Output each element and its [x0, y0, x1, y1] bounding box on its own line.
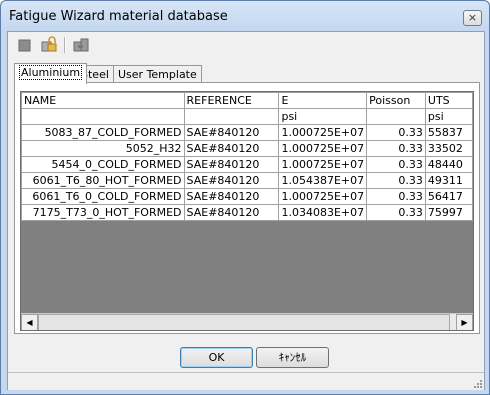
- title-bar[interactable]: Fatigue Wizard material database ×: [1, 1, 489, 31]
- toolbar-separator: [64, 37, 66, 53]
- cell-e[interactable]: 1.054387E+07: [278, 172, 368, 189]
- units-row: psi psi: [21, 108, 473, 125]
- scroll-right-icon[interactable]: ▶: [456, 314, 473, 330]
- tab-label: User Template: [118, 68, 197, 81]
- cell-name[interactable]: 5454_0_COLD_FORMED: [21, 156, 185, 173]
- cell-poisson[interactable]: 0.33: [366, 124, 426, 141]
- cell-e[interactable]: 1.000725E+07: [278, 156, 368, 173]
- tab-aluminium[interactable]: Aluminium: [14, 63, 88, 84]
- unit-cell: psi: [424, 108, 473, 125]
- table-row[interactable]: 5083_87_COLD_FORMED SAE#840120 1.000725E…: [21, 124, 473, 141]
- cell-uts[interactable]: 55837: [424, 124, 473, 141]
- ok-button[interactable]: OK: [180, 347, 253, 368]
- table-row[interactable]: 6061_T6_80_HOT_FORMED SAE#840120 1.05438…: [21, 172, 473, 189]
- new-icon[interactable]: [16, 36, 34, 54]
- unit-cell: psi: [278, 108, 368, 125]
- cell-reference[interactable]: SAE#840120: [183, 156, 280, 173]
- table-row[interactable]: 7175_T73_0_HOT_FORMED SAE#840120 1.03408…: [21, 204, 473, 221]
- cell-uts[interactable]: 33502: [424, 140, 473, 157]
- cell-name[interactable]: 7175_T73_0_HOT_FORMED: [21, 204, 185, 221]
- cell-uts[interactable]: 56417: [424, 188, 473, 205]
- column-header-poisson[interactable]: Poisson: [366, 92, 426, 109]
- dialog-window: Fatigue Wizard material database × Alumi…: [0, 0, 490, 395]
- cell-e[interactable]: 1.000725E+07: [278, 140, 368, 157]
- cell-reference[interactable]: SAE#840120: [183, 188, 280, 205]
- unit-cell: [21, 108, 185, 125]
- tab-panel-aluminium: NAME REFERENCE E Poisson UTS psi psi 508…: [14, 82, 480, 334]
- table-row[interactable]: 5454_0_COLD_FORMED SAE#840120 1.000725E+…: [21, 156, 473, 173]
- table-row[interactable]: 5052_H32 SAE#840120 1.000725E+07 0.33 33…: [21, 140, 473, 157]
- tab-label: Aluminium: [19, 65, 83, 80]
- table-row[interactable]: 6061_T6_0_COLD_FORMED SAE#840120 1.00072…: [21, 188, 473, 205]
- header-row: NAME REFERENCE E Poisson UTS: [21, 92, 473, 109]
- cell-name[interactable]: 5083_87_COLD_FORMED: [21, 124, 185, 141]
- cell-name[interactable]: 6061_T6_0_COLD_FORMED: [21, 188, 185, 205]
- cell-poisson[interactable]: 0.33: [366, 156, 426, 173]
- materials-grid[interactable]: NAME REFERENCE E Poisson UTS psi psi 508…: [20, 91, 474, 331]
- status-bar: [8, 372, 484, 390]
- horizontal-scrollbar[interactable]: ◀ ▶: [21, 313, 473, 330]
- materials-table: NAME REFERENCE E Poisson UTS psi psi 508…: [21, 92, 473, 221]
- cell-e[interactable]: 1.034083E+07: [278, 204, 368, 221]
- lock-icon[interactable]: [39, 36, 57, 54]
- unit-cell: [183, 108, 280, 125]
- unit-cell: [366, 108, 426, 125]
- cell-reference[interactable]: SAE#840120: [183, 140, 280, 157]
- resize-grip-icon[interactable]: [472, 378, 482, 388]
- dialog-client: Aluminium Steel User Template NAME REFER…: [7, 31, 485, 390]
- cell-name[interactable]: 6061_T6_80_HOT_FORMED: [21, 172, 185, 189]
- column-header-name[interactable]: NAME: [21, 92, 185, 109]
- column-header-reference[interactable]: REFERENCE: [183, 92, 280, 109]
- cell-uts[interactable]: 48440: [424, 156, 473, 173]
- cell-reference[interactable]: SAE#840120: [183, 204, 280, 221]
- scroll-left-icon[interactable]: ◀: [21, 314, 38, 330]
- window-title: Fatigue Wizard material database: [9, 9, 228, 24]
- cancel-button[interactable]: ｷｬﾝｾﾙ: [256, 347, 329, 368]
- copy-icon[interactable]: [72, 36, 90, 54]
- cell-poisson[interactable]: 0.33: [366, 172, 426, 189]
- close-button[interactable]: ×: [463, 10, 482, 26]
- cell-poisson[interactable]: 0.33: [366, 204, 426, 221]
- cell-e[interactable]: 1.000725E+07: [278, 124, 368, 141]
- cell-name[interactable]: 5052_H32: [21, 140, 185, 157]
- cell-uts[interactable]: 75997: [424, 204, 473, 221]
- toolbar: [8, 32, 484, 58]
- cell-uts[interactable]: 49311: [424, 172, 473, 189]
- column-header-uts[interactable]: UTS: [424, 92, 473, 109]
- cell-poisson[interactable]: 0.33: [366, 188, 426, 205]
- tab-user-template[interactable]: User Template: [113, 65, 202, 83]
- column-header-e[interactable]: E: [278, 92, 368, 109]
- scrollbar-thumb[interactable]: [38, 314, 450, 330]
- cell-e[interactable]: 1.000725E+07: [278, 188, 368, 205]
- cell-reference[interactable]: SAE#840120: [183, 172, 280, 189]
- cell-reference[interactable]: SAE#840120: [183, 124, 280, 141]
- cell-poisson[interactable]: 0.33: [366, 140, 426, 157]
